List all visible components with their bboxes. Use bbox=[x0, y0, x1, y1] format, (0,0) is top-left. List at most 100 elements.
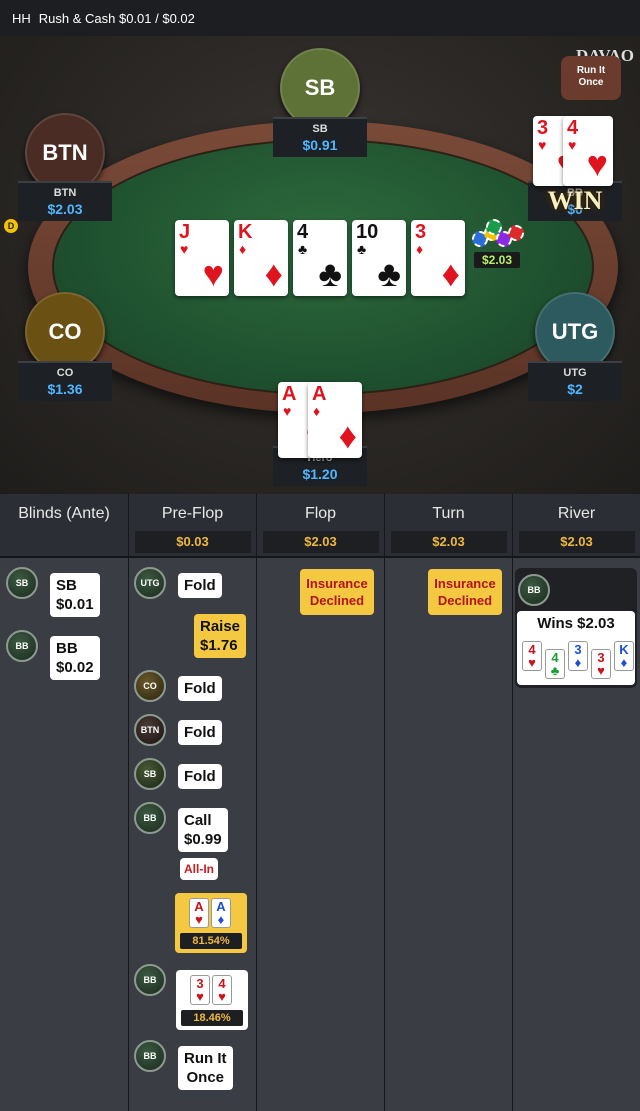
btn-fold-bubble: Fold bbox=[178, 720, 222, 745]
bubble-line: Raise bbox=[200, 618, 241, 635]
card-suit-icon: ♣ bbox=[318, 253, 342, 294]
bubble-line: Once bbox=[186, 1069, 224, 1086]
column-preflop: Pre-Flop $0.03 UTG Fold Raise $1.76 CO F… bbox=[129, 494, 257, 1111]
seat-sb-avatar[interactable]: SB bbox=[280, 48, 360, 128]
playing-card: 4 ♣ ♣ bbox=[293, 220, 347, 296]
card-suit-icon: ♥ bbox=[597, 663, 605, 678]
card-suit-icon: ♥ bbox=[586, 143, 608, 184]
playing-card: K ♦ ♦ bbox=[234, 220, 288, 296]
seat-utg-avatar[interactable]: UTG bbox=[535, 292, 615, 372]
column-title: Blinds (Ante) bbox=[18, 505, 110, 522]
card-suit-icon: ♣ bbox=[298, 241, 308, 257]
column-pot: $2.03 bbox=[390, 531, 507, 553]
turn-insurance-bubble: Insurance Declined bbox=[428, 569, 502, 615]
column-turn-header[interactable]: Turn $2.03 bbox=[385, 494, 512, 558]
bubble-line-1: Run It bbox=[576, 65, 606, 76]
playing-card: 3 ♦ ♦ bbox=[411, 220, 465, 296]
column-turn: Turn $2.03 Insurance Declined bbox=[385, 494, 513, 1111]
card-rank: J bbox=[179, 221, 191, 243]
bubble-line: Declined bbox=[437, 593, 493, 608]
bb-call-bubble: Call $0.99 bbox=[178, 808, 228, 852]
flop-insurance-bubble: Insurance Declined bbox=[300, 569, 374, 615]
bubble-line: $0.99 bbox=[184, 831, 222, 848]
bubble-line: $1.76 bbox=[200, 637, 238, 654]
seat-hero-stack: $1.20 bbox=[302, 466, 338, 482]
mini-card: 3 ♥ bbox=[190, 975, 210, 1005]
card-suit-icon: ♥ bbox=[218, 989, 226, 1004]
card-rank: K bbox=[238, 221, 253, 243]
column-flop-header[interactable]: Flop $2.03 bbox=[257, 494, 384, 558]
river-wins-box: Wins $2.03 4 ♥ 4 ♣ 3 ♦ 3 ♥ K ♦ bbox=[517, 611, 635, 685]
card-suit-icon: ♣ bbox=[377, 253, 401, 294]
card-suit-icon: ♣ bbox=[550, 663, 560, 678]
card-rank: 4 bbox=[297, 221, 309, 243]
seat-utg-stack: $2 bbox=[567, 381, 583, 397]
column-preflop-header[interactable]: Pre-Flop $0.03 bbox=[129, 494, 256, 558]
seat-btn-stack: $2.03 bbox=[47, 201, 83, 217]
hand-history-panel: Blinds (Ante) SB SB $0.01 BB BB $0.02 Pr… bbox=[0, 494, 640, 1111]
mini-card: K ♦ bbox=[614, 641, 634, 671]
bubble-line: Call bbox=[184, 812, 212, 829]
card-suit-icon: ♥ bbox=[538, 137, 547, 153]
card-suit-icon: ♥ bbox=[180, 241, 189, 257]
card-suit-icon: ♥ bbox=[528, 655, 536, 670]
card-suit-icon: ♥ bbox=[283, 403, 292, 419]
avatar-sb: SB bbox=[134, 758, 166, 790]
blind-bb-bubble: BB $0.02 bbox=[50, 636, 100, 680]
seat-co-stack: $1.36 bbox=[47, 381, 83, 397]
card-suit-icon: ♦ bbox=[441, 253, 460, 294]
seat-co-plate: CO $1.36 bbox=[18, 361, 112, 401]
card-rank: 3 bbox=[537, 117, 549, 139]
bubble-line-2: Once bbox=[578, 77, 604, 88]
bb-run-it-once-bubble: Run It Once bbox=[178, 1046, 233, 1090]
win-banner: WIN bbox=[547, 186, 603, 215]
mini-card: 4 ♥ bbox=[522, 641, 542, 671]
column-turn-body: Insurance Declined bbox=[385, 558, 512, 1111]
card-suit-icon: ♦ bbox=[239, 241, 247, 257]
seat-btn-name: BTN bbox=[53, 187, 77, 199]
bubble-line: Insurance bbox=[434, 576, 496, 591]
playing-card: 4 ♥ ♥ bbox=[563, 116, 613, 186]
playing-card: 10 ♣ ♣ bbox=[352, 220, 406, 296]
mini-card: A ♦ bbox=[211, 898, 231, 928]
column-title: River bbox=[557, 505, 596, 522]
column-river-header[interactable]: River $2.03 bbox=[513, 494, 640, 558]
hero-equity-box: A ♥ A ♦ 81.54% bbox=[175, 893, 247, 953]
avatar-bb: BB bbox=[134, 1040, 166, 1072]
column-title: Flop bbox=[304, 505, 337, 522]
card-rank: 3 bbox=[415, 221, 427, 243]
mini-card: A ♥ bbox=[189, 898, 209, 928]
card-suit-icon: ♦ bbox=[620, 655, 628, 670]
column-flop-body: Insurance Declined bbox=[257, 558, 384, 1111]
table-title: Rush & Cash $0.01 / $0.02 bbox=[38, 10, 195, 26]
avatar-utg: UTG bbox=[134, 567, 166, 599]
avatar-sb: SB bbox=[6, 567, 38, 599]
sb-fold-bubble: Fold bbox=[178, 764, 222, 789]
column-pot: $0.03 bbox=[134, 531, 251, 553]
column-blinds-body: SB SB $0.01 BB BB $0.02 bbox=[0, 558, 128, 1111]
bubble-line: Run It bbox=[184, 1050, 227, 1067]
column-flop: Flop $2.03 Insurance Declined bbox=[257, 494, 385, 1111]
card-rank: 4 bbox=[567, 117, 579, 139]
pot-amount: $2.03 bbox=[474, 252, 520, 268]
avatar-bb: BB bbox=[134, 802, 166, 834]
co-fold-bubble: Fold bbox=[178, 676, 222, 701]
seat-co-avatar[interactable]: CO bbox=[25, 292, 105, 372]
column-river: River $2.03 BB Wins $2.03 4 ♥ 4 ♣ 3 ♦ 3 ♥ K ♦ bbox=[513, 494, 640, 1111]
bubble-line: SB bbox=[56, 577, 77, 594]
mini-card: 3 ♥ bbox=[591, 649, 611, 679]
hero-equity-value: 81.54% bbox=[180, 933, 242, 949]
column-blinds-header[interactable]: Blinds (Ante) bbox=[0, 494, 128, 558]
card-suit-icon: ♦ bbox=[416, 241, 424, 257]
mini-card: 4 ♥ bbox=[212, 975, 232, 1005]
seat-sb-name: SB bbox=[312, 123, 328, 135]
card-suit-icon: ♦ bbox=[338, 415, 357, 456]
column-pot: $2.03 bbox=[262, 531, 379, 553]
seat-sb-plate: SB $0.91 bbox=[273, 117, 367, 157]
column-title: Pre-Flop bbox=[161, 505, 224, 522]
seat-co-name: CO bbox=[56, 367, 74, 379]
card-suit-icon: ♣ bbox=[357, 241, 367, 257]
bubble-line: $0.01 bbox=[56, 596, 94, 613]
avatar-bb: BB bbox=[518, 574, 550, 606]
card-rank: 10 bbox=[356, 221, 379, 243]
